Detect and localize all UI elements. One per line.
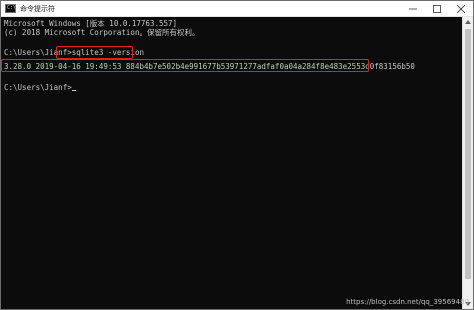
- cmd-window: C:\ 命令提示符 Microsoft Windows [版本 10.0.177…: [0, 0, 474, 310]
- window-controls: [401, 1, 473, 16]
- chevron-up-icon: [465, 20, 471, 24]
- minimize-icon: [409, 8, 417, 9]
- close-icon: [457, 4, 465, 13]
- console-prompt: C:\Users\Jianf>: [4, 83, 72, 92]
- minimize-button[interactable]: [401, 1, 425, 16]
- close-button[interactable]: [449, 1, 473, 16]
- console-line-version: Microsoft Windows [版本 10.0.17763.557]: [4, 19, 178, 28]
- vertical-scrollbar[interactable]: [462, 17, 473, 309]
- scroll-up-button[interactable]: [463, 17, 473, 27]
- console-output[interactable]: Microsoft Windows [版本 10.0.17763.557] (c…: [1, 17, 462, 309]
- output-highlight-box: [1, 59, 369, 72]
- console-line-copyright: (c) 2018 Microsoft Corporation。保留所有权利。: [4, 28, 200, 37]
- window-title: 命令提示符: [20, 4, 55, 13]
- title-bar[interactable]: C:\ 命令提示符: [1, 1, 473, 17]
- watermark: https://blog.csdn.net/qq_39569480: [346, 298, 469, 306]
- maximize-button[interactable]: [425, 1, 449, 16]
- command-highlight-box: [56, 46, 133, 59]
- maximize-icon: [433, 4, 441, 13]
- text-cursor: [71, 90, 76, 91]
- cmd-app-icon[interactable]: C:\: [5, 4, 16, 13]
- scroll-thumb[interactable]: [465, 29, 471, 279]
- console-prompt-line[interactable]: C:\Users\Jianf>: [4, 83, 76, 92]
- app-icon-glyph: C:\: [7, 5, 17, 11]
